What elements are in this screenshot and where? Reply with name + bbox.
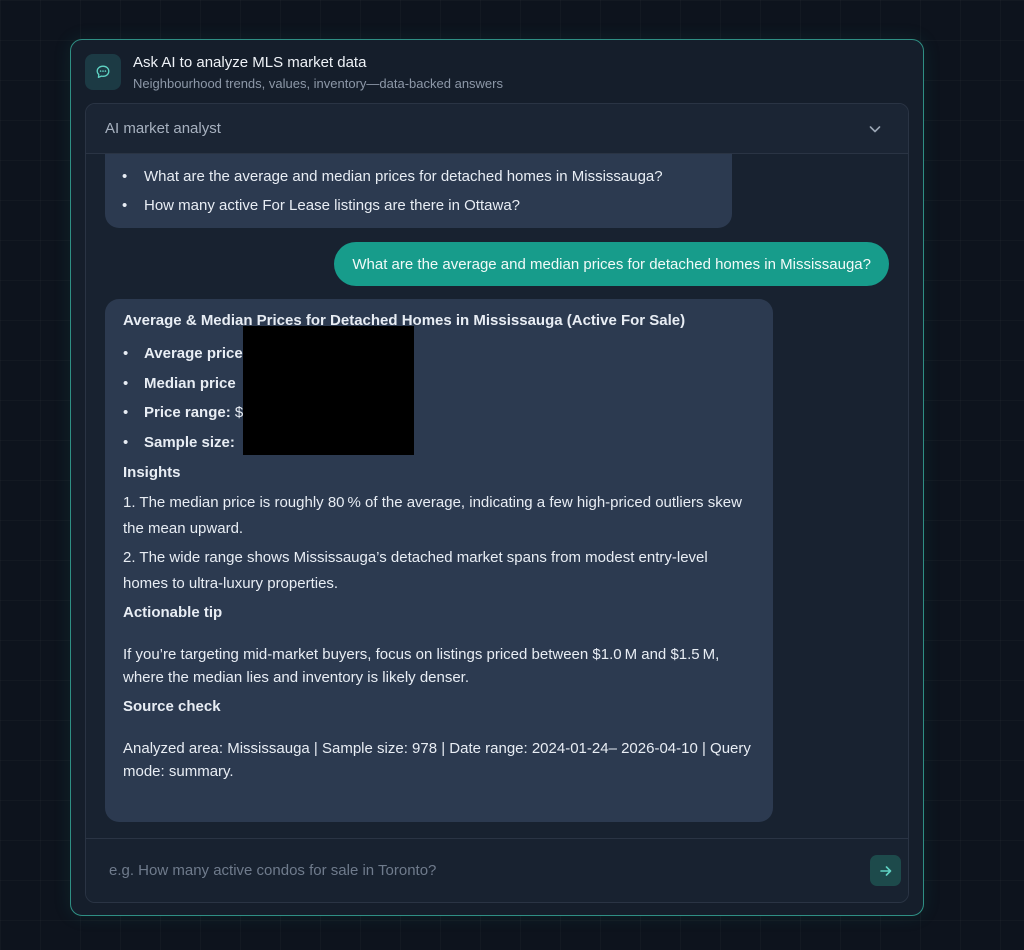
- insight-text: 2. The wide range shows Mississauga’s de…: [123, 549, 708, 592]
- chat-bubble-icon: [85, 54, 121, 90]
- source-text: Analyzed area: Mississauga | Sample size…: [123, 740, 751, 780]
- panel-title: Ask AI to analyze MLS market data: [133, 54, 367, 71]
- tip-heading: Actionable tip: [123, 604, 223, 621]
- stat-label: Median price: [144, 374, 236, 392]
- assistant-message-previous: What are the average and median prices f…: [105, 154, 732, 228]
- insights-heading: Insights: [123, 464, 181, 481]
- list-item: How many active For Lease listings are t…: [122, 191, 663, 220]
- source-heading: Source check: [123, 698, 221, 715]
- stat-label: Price range:: [144, 404, 231, 421]
- composer: [86, 838, 908, 902]
- answer-title: Average & Median Prices for Detached Hom…: [123, 312, 686, 329]
- chat-window: AI market analyst What are the average a…: [85, 103, 909, 903]
- stat-value: $: [234, 404, 244, 421]
- ai-analyst-panel: Ask AI to analyze MLS market data Neighb…: [70, 39, 924, 916]
- stat-average-price: Average price: [123, 339, 755, 369]
- message-list[interactable]: What are the average and median prices f…: [86, 154, 908, 839]
- stat-label: Average price: [144, 345, 243, 362]
- insight-text: 1. The median price is roughly 80 % of t…: [123, 494, 742, 537]
- list-item: What are the average and median prices f…: [122, 162, 663, 191]
- stat-price-range: Price range: $: [123, 398, 755, 428]
- chat-header[interactable]: AI market analyst: [86, 104, 908, 154]
- suggestion-list: What are the average and median prices f…: [122, 162, 663, 220]
- stats-list: Average price Median price Price range: …: [123, 339, 755, 457]
- tip-text: If you’re targeting mid-market buyers, f…: [123, 646, 720, 686]
- chat-title: AI market analyst: [105, 120, 221, 137]
- chevron-down-icon[interactable]: [868, 122, 882, 136]
- panel-subtitle: Neighbourhood trends, values, inventory—…: [133, 76, 503, 91]
- stat-sample-size: Sample size:: [123, 428, 755, 458]
- user-message: What are the average and median prices f…: [334, 242, 889, 286]
- assistant-message-answer: Average & Median Prices for Detached Hom…: [105, 299, 773, 822]
- send-button[interactable]: [870, 855, 901, 886]
- stat-median-price: Median price: [123, 369, 755, 399]
- redaction-box: [243, 326, 414, 455]
- arrow-right-icon: [879, 865, 891, 876]
- stat-label: Sample size:: [144, 433, 235, 451]
- message-input[interactable]: [86, 839, 848, 901]
- panel-header: Ask AI to analyze MLS market data Neighb…: [85, 54, 909, 94]
